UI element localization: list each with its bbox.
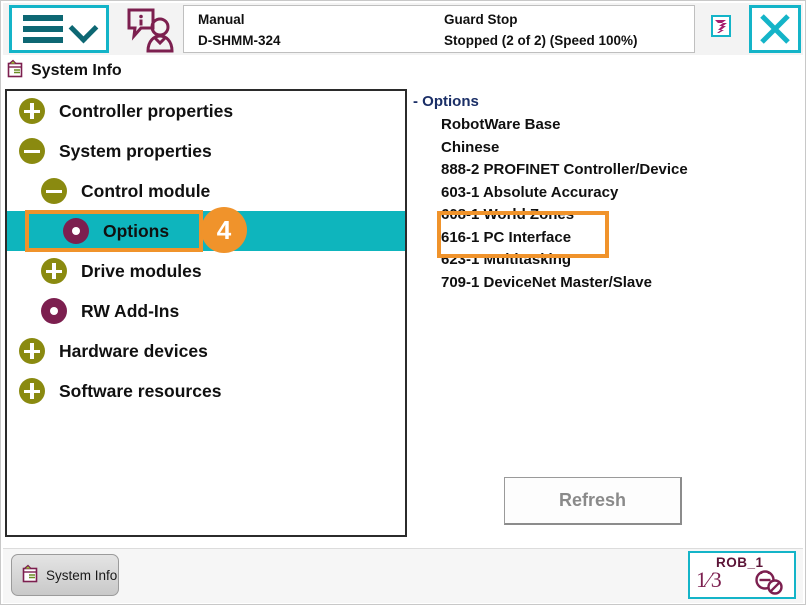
info-operator-icon[interactable]	[123, 6, 179, 54]
leaf-node-icon[interactable]	[63, 218, 89, 244]
bottom-taskbar: System Info	[3, 548, 803, 603]
chevron-down-icon	[70, 16, 96, 42]
taskbar-item-label: System Info	[46, 567, 118, 583]
collapse-minus-icon[interactable]	[41, 178, 67, 204]
refresh-button[interactable]: Refresh	[504, 477, 682, 525]
expand-plus-icon[interactable]	[41, 258, 67, 284]
tree-item-rw-add-ins[interactable]: RW Add-Ins	[7, 291, 405, 331]
main-menu-button[interactable]: menu	[9, 5, 109, 53]
option-list-item[interactable]: 603-1 Absolute Accuracy	[411, 182, 801, 205]
option-list-item[interactable]: 608-1 World Zones	[411, 204, 801, 227]
fraction-numerator: 1	[696, 567, 707, 592]
status-execution-state: Stopped (2 of 2) (Speed 100%)	[444, 33, 638, 48]
tree-item-label: Options	[103, 220, 170, 241]
tree-item-label: Controller properties	[59, 100, 234, 121]
expand-plus-icon[interactable]	[19, 98, 45, 124]
tree-item-label: Hardware devices	[59, 340, 208, 361]
annotation-step-badge: 4	[201, 207, 247, 253]
status-operating-mode: Manual	[198, 12, 245, 27]
close-icon[interactable]	[749, 5, 801, 53]
tree-item-label: Drive modules	[81, 260, 202, 281]
expand-plus-icon[interactable]	[19, 378, 45, 404]
system-tree-panel[interactable]: Controller properties System properties Co…	[5, 89, 407, 537]
tree-item-controller-properties[interactable]: Controller properties	[7, 91, 405, 131]
status-guard-state: Guard Stop	[444, 12, 518, 27]
tree-item-drive-modules[interactable]: Drive modules	[7, 251, 405, 291]
option-list-item[interactable]: Chinese	[411, 137, 801, 160]
application-window: menu Manual D-SHMM-324 Guard Stop Stoppe…	[0, 0, 806, 605]
page-title-text: System Info	[31, 62, 122, 79]
controller-status-panel[interactable]: Manual D-SHMM-324 Guard Stop Stopped (2 …	[183, 5, 731, 53]
option-list-item[interactable]: RobotWare Base	[411, 114, 801, 137]
tree-item-label: Control module	[81, 180, 211, 201]
system-info-icon	[20, 564, 40, 587]
robot-axis-fraction: 1⁄3	[696, 567, 722, 593]
option-list-item[interactable]: 888-2 PROFINET Controller/Device	[411, 159, 801, 182]
robot-quickset-indicator[interactable]: ROB_1 1⁄3	[688, 551, 796, 599]
tree-item-hardware-devices[interactable]: Hardware devices	[7, 331, 405, 371]
tree-item-control-module[interactable]: Control module	[7, 171, 405, 211]
page-title: System Info	[5, 59, 122, 83]
tree-item-software-resources[interactable]: Software resources	[7, 371, 405, 411]
motors-off-icon	[752, 568, 786, 601]
tree-item-label: Software resources	[59, 380, 222, 401]
collapse-minus-icon[interactable]	[19, 138, 45, 164]
leaf-node-icon[interactable]	[41, 298, 67, 324]
fraction-denominator: 3	[710, 567, 722, 592]
option-list-item[interactable]: 623-1 Multitasking	[411, 249, 801, 272]
status-system-name: D-SHMM-324	[198, 33, 281, 48]
options-root-label[interactable]: - Options	[411, 91, 801, 114]
options-list-panel: - Options RobotWare Base Chinese 888-2 PRO…	[411, 91, 801, 471]
tree-item-label: System properties	[59, 140, 212, 161]
option-list-item[interactable]: 709-1 DeviceNet Master/Slave	[411, 272, 801, 295]
tree-item-label: RW Add-Ins	[81, 300, 180, 321]
system-info-icon	[5, 59, 25, 84]
option-list-item[interactable]: 616-1 PC Interface	[411, 227, 801, 250]
hamburger-icon	[22, 10, 63, 48]
taskbar-item-system-info[interactable]: System Info	[11, 554, 119, 596]
tree-item-system-properties[interactable]: System properties	[7, 131, 405, 171]
top-status-bar: menu Manual D-SHMM-324 Guard Stop Stoppe…	[3, 3, 803, 55]
expand-plus-icon[interactable]	[19, 338, 45, 364]
task-status-icon[interactable]	[711, 15, 731, 37]
